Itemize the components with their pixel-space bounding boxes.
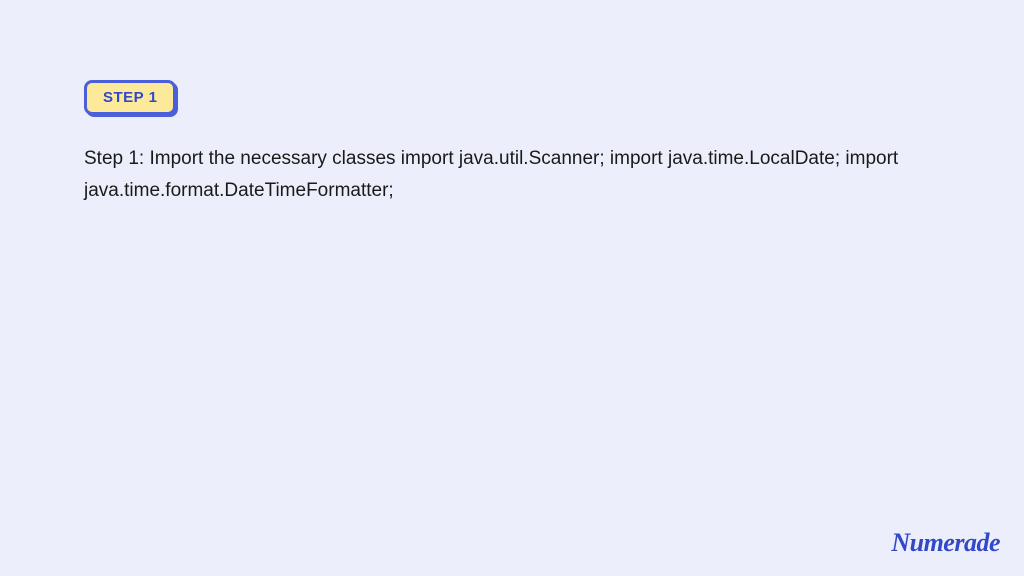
content-area: STEP 1 Step 1: Import the necessary clas… bbox=[0, 0, 1024, 208]
step-description: Step 1: Import the necessary classes imp… bbox=[84, 143, 944, 208]
numerade-logo: Numerade bbox=[891, 528, 1000, 558]
step-badge: STEP 1 bbox=[84, 80, 176, 115]
